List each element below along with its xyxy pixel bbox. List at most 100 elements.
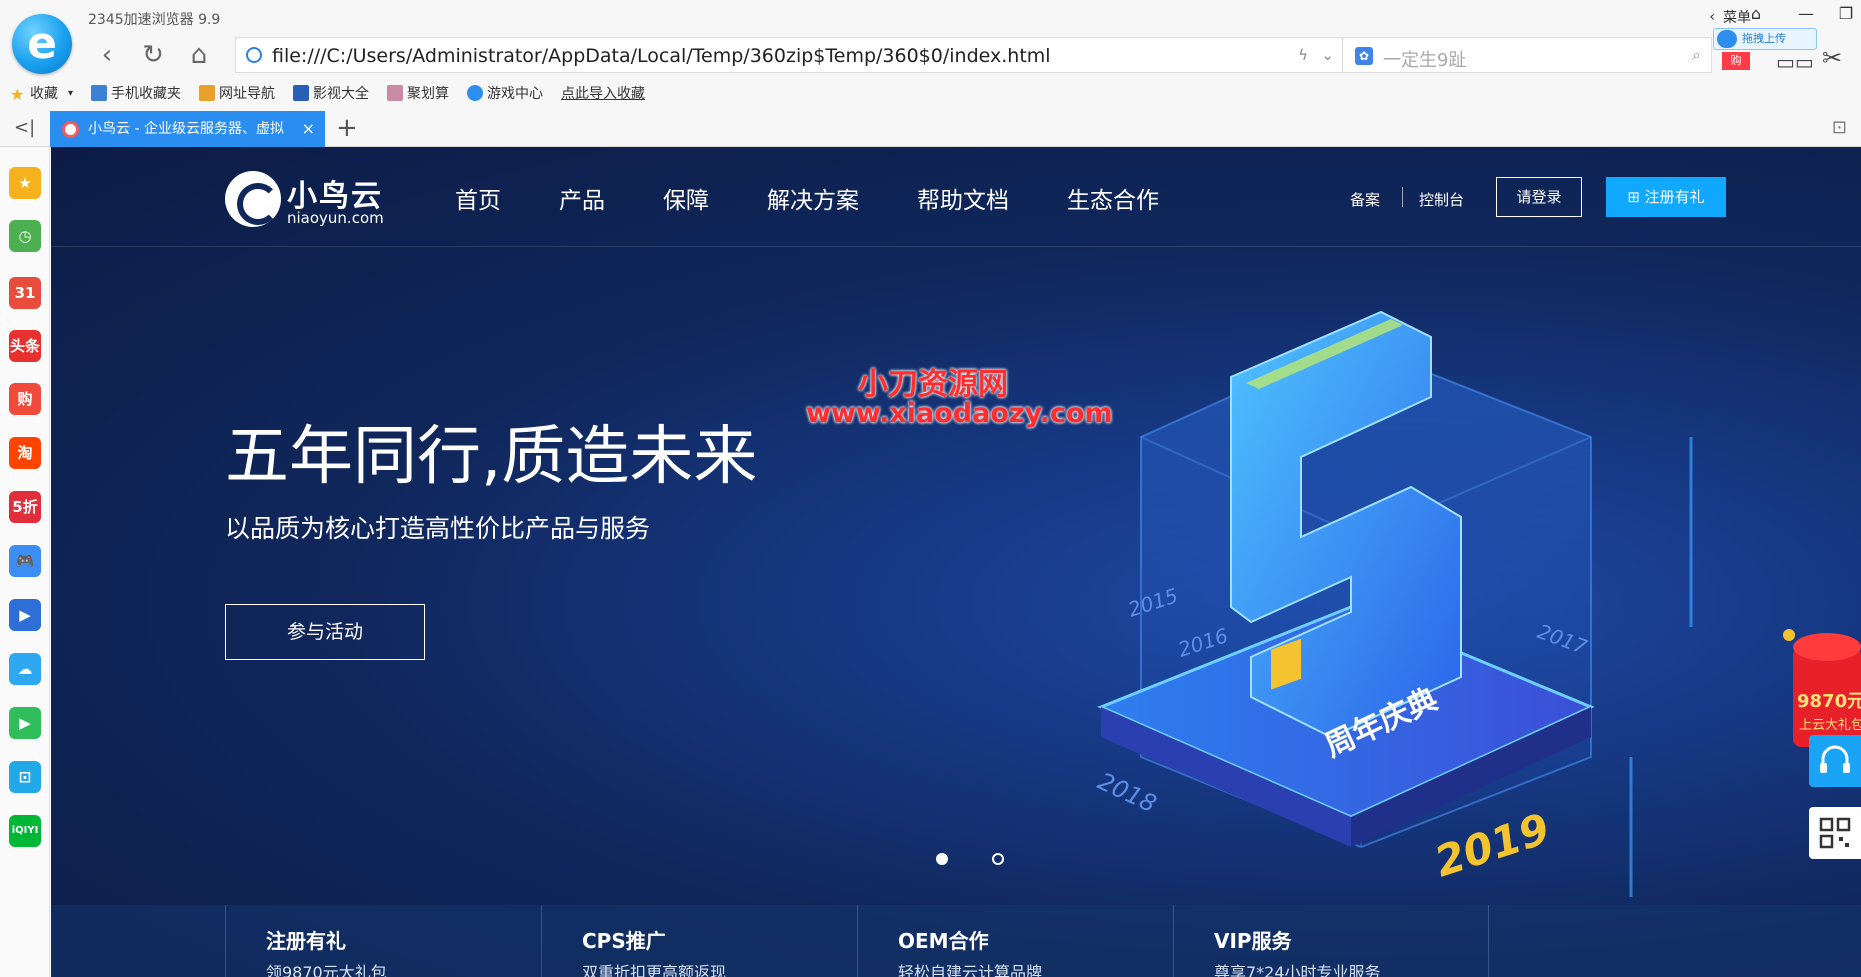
apps-grid-icon[interactable]: ▭▭ (1776, 50, 1814, 74)
browser-title: 2345加速浏览器 9.9 (88, 12, 221, 28)
nav-home[interactable]: 首页 (455, 181, 501, 215)
tab-favicon-icon (62, 121, 79, 138)
feature-card[interactable]: OEM合作 轻松自建云计算品牌 (857, 905, 1173, 977)
2345-icon (199, 85, 216, 101)
sidebar-video-icon[interactable]: ▶ (9, 599, 41, 631)
fav-item-label: 网址导航 (219, 86, 276, 102)
browser-chrome: e 2345加速浏览器 9.9 ‹ 菜单 ⌂ — ❐ ‹ ↻ ⌂ file://… (0, 0, 1861, 147)
restore-button[interactable]: ❐ (1826, 4, 1861, 30)
beian-link[interactable]: 备案 (1350, 189, 1380, 210)
nav-ecosystem[interactable]: 生态合作 (1067, 181, 1159, 215)
feature-cards: 注册有礼 领9870元大礼包 CPS推广 双重折扣更高额返现 OEM合作 轻松自… (51, 905, 1861, 977)
import-favorites-label[interactable]: 点此导入收藏 (561, 83, 645, 103)
search-placeholder: 一定生9趾 (1383, 50, 1467, 71)
join-activity-button[interactable]: 参与活动 (225, 604, 425, 660)
shopping-icon[interactable]: 购 (1722, 52, 1750, 70)
carousel-dot-1[interactable] (936, 853, 948, 865)
sidebar-game-icon[interactable]: 🎮 (9, 545, 41, 577)
sidebar-calendar-icon[interactable]: 31 (9, 277, 41, 309)
search-box[interactable]: ✿ 一定生9趾 ⌕ (1342, 37, 1712, 73)
login-button[interactable]: 请登录 (1496, 177, 1582, 217)
sidebar-bilibili-icon[interactable]: ⊡ (9, 761, 41, 793)
caret-down-icon: ▾ (68, 87, 74, 99)
star-icon: ★ (10, 85, 25, 104)
lightning-icon[interactable]: ϟ (1298, 46, 1308, 64)
address-bar[interactable]: file:///C:/Users/Administrator/AppData/L… (235, 37, 1345, 73)
sidebar-taobao-icon[interactable]: 淘 (9, 437, 41, 469)
juhuasuan-icon (387, 85, 404, 101)
back-button[interactable]: ‹ (90, 38, 124, 72)
sidebar-iqiyi-icon[interactable]: iQIYI (9, 815, 41, 847)
browser-logo-icon[interactable]: e (12, 14, 72, 74)
customer-service-headset-icon[interactable] (1809, 735, 1861, 787)
search-icon[interactable]: ⌕ (1692, 45, 1701, 65)
register-button[interactable]: ⊞ 注册有礼 (1606, 177, 1726, 217)
qr-code-icon[interactable] (1809, 807, 1861, 859)
fav-item-mobile[interactable]: 手机收藏夹 (91, 83, 181, 103)
feature-card[interactable]: CPS推广 双重折扣更高额返现 (541, 905, 857, 977)
nav-guarantee[interactable]: 保障 (663, 181, 709, 215)
fav-item-juhuasuan[interactable]: 聚划算 (387, 83, 449, 103)
card-desc: 领9870元大礼包 (266, 963, 387, 977)
favorites-menu[interactable]: ★ 收藏 ▾ (10, 83, 74, 104)
card-title: 注册有礼 (266, 929, 346, 953)
minimize-button[interactable]: — (1786, 4, 1826, 30)
main-nav: 首页 产品 保障 解决方案 帮助文档 生态合作 (455, 181, 1217, 215)
chevron-down-icon[interactable]: ⌄ (1321, 46, 1334, 64)
phone-icon (91, 85, 108, 101)
sidebar-discount-icon[interactable]: 5折 (9, 491, 41, 523)
sidebar-history-icon[interactable]: ◷ (9, 220, 41, 252)
scissors-icon[interactable]: ✂ (1822, 44, 1842, 72)
home-button[interactable]: ⌂ (182, 38, 216, 72)
sidebar-shopping-icon[interactable]: 购 (9, 383, 41, 415)
feature-card[interactable]: VIP服务 尊享7*24小时专业服务 (1173, 905, 1489, 977)
import-favorites-link[interactable]: 点此导入收藏 (561, 83, 645, 103)
left-sidebar: ★ ◷ 31 头条 购 淘 5折 🎮 ▶ ☁ ▶ ⊡ iQIYI (0, 147, 50, 977)
upload-drag-button[interactable]: 拖拽上传 (1713, 28, 1817, 50)
game-face-icon (467, 85, 484, 101)
address-url[interactable]: file:///C:/Users/Administrator/AppData/L… (272, 45, 1051, 67)
card-title: CPS推广 (582, 929, 666, 953)
niaoyun-logo-icon[interactable] (225, 171, 281, 227)
fav-item-label: 游戏中心 (487, 86, 544, 102)
new-tab-button[interactable]: + (336, 113, 358, 143)
chevron-left-icon[interactable]: ‹ (1709, 9, 1715, 25)
card-desc: 轻松自建云计算品牌 (898, 963, 1043, 977)
nav-solutions[interactable]: 解决方案 (767, 181, 859, 215)
header-divider (1402, 187, 1403, 207)
site-header: 小鸟云 niaoyun.com 首页 产品 保障 解决方案 帮助文档 生态合作 … (51, 147, 1861, 247)
carousel-dot-2[interactable] (992, 853, 1004, 865)
favorites-bar: ★ 收藏 ▾ 手机收藏夹 网址导航 影视大全 聚划算 游戏中心 点此导入收藏 (0, 79, 1861, 107)
gift-amount: 9870元 (1797, 691, 1861, 712)
tab-tools-icon[interactable]: ⊡ (1832, 117, 1847, 138)
fav-item-video[interactable]: 影视大全 (293, 83, 369, 103)
fav-item-nav[interactable]: 网址导航 (199, 83, 275, 103)
upload-label: 拖拽上传 (1742, 32, 1786, 45)
skin-icon[interactable]: ⌂ (1736, 4, 1776, 30)
sidebar-tencent-video-icon[interactable]: ▶ (9, 707, 41, 739)
web-page: 小鸟云 niaoyun.com 首页 产品 保障 解决方案 帮助文档 生态合作 … (51, 147, 1861, 977)
refresh-button[interactable]: ↻ (136, 38, 170, 72)
sidebar-toutiao-icon[interactable]: 头条 (9, 330, 41, 362)
tab-active[interactable]: 小鸟云 - 企业级云服务器、虚拟 × (50, 111, 325, 147)
collapse-sidebar-icon[interactable]: <| (14, 117, 35, 138)
anniversary-year-text: 2019 (1429, 804, 1555, 887)
card-desc: 尊享7*24小时专业服务 (1214, 963, 1381, 977)
red-envelope-gift-icon[interactable]: 9870元 上云大礼包 (1763, 607, 1861, 747)
site-logo-domain: niaoyun.com (287, 209, 384, 227)
nav-docs[interactable]: 帮助文档 (917, 181, 1009, 215)
page-info-icon[interactable] (246, 47, 262, 63)
sidebar-weather-icon[interactable]: ☁ (9, 653, 41, 685)
card-title: OEM合作 (898, 929, 989, 953)
baidu-paw-icon[interactable]: ✿ (1355, 47, 1373, 65)
fav-item-games[interactable]: 游戏中心 (467, 83, 543, 103)
gift-icon: ⊞ (1627, 188, 1645, 206)
fav-item-label: 影视大全 (313, 86, 370, 102)
feature-card[interactable]: 注册有礼 领9870元大礼包 (225, 905, 541, 977)
console-link[interactable]: 控制台 (1419, 189, 1464, 210)
gift-label: 上云大礼包 (1799, 717, 1861, 733)
card-desc: 双重折扣更高额返现 (582, 963, 727, 977)
sidebar-favorites-icon[interactable]: ★ (9, 167, 41, 199)
tab-close-icon[interactable]: × (302, 111, 315, 147)
nav-products[interactable]: 产品 (559, 181, 605, 215)
